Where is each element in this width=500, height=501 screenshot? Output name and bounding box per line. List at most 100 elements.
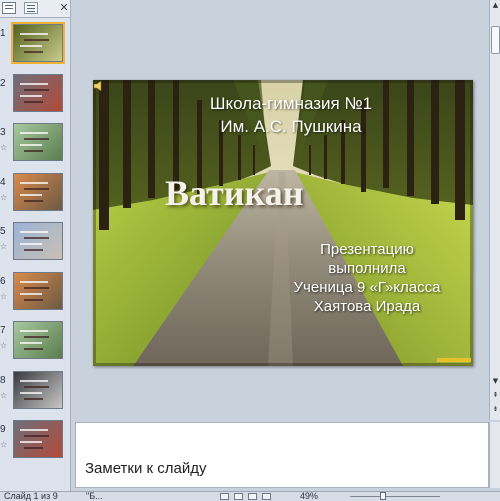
- slide-thumbnail-row[interactable]: 4 ☆: [0, 171, 70, 217]
- slide-sorter-icon[interactable]: [234, 493, 243, 500]
- notes-placeholder[interactable]: Заметки к слайду: [85, 460, 207, 478]
- thumbnail-text-line: [24, 447, 43, 449]
- pane-tabs: ✕: [0, 0, 70, 18]
- thumbnail-text-line: [20, 429, 48, 431]
- slide-thumbnail[interactable]: [13, 73, 63, 112]
- thumbnail-text-line: [24, 249, 43, 251]
- author-line: Презентацию: [320, 241, 414, 258]
- slide-editor: Школа-гимназия №1 Им. А.С. Пушкина Ватик…: [71, 0, 489, 420]
- thumbnail-text-line: [20, 45, 42, 47]
- slide-thumbnail-row[interactable]: 5 ☆: [0, 220, 70, 266]
- thumbnail-text-line: [20, 193, 42, 196]
- thumbnail-text-line: [24, 150, 43, 152]
- thumbnail-text-line: [20, 441, 42, 443]
- animation-star-icon: ☆: [0, 291, 8, 301]
- slide-thumbnail[interactable]: [13, 370, 63, 409]
- animation-star-icon: ☆: [0, 440, 8, 449]
- school-title: Школа-гимназия №1 Им. А.С. Пушкина: [93, 92, 459, 138]
- thumbnail-text-line: [24, 88, 49, 91]
- slides-thumbnail-pane: ✕ 1 2 3 ☆ 4 ☆ 5 ☆ 6 ☆ 7 ☆ 8 ☆ 9 ☆: [0, 0, 71, 493]
- slide-number: 2: [0, 77, 6, 89]
- thumbnail-text-line: [20, 330, 48, 332]
- slide-number: 1: [0, 28, 6, 39]
- slide-thumbnail[interactable]: [13, 222, 63, 260]
- thumbnail-text-line: [24, 348, 43, 350]
- thumbnail-text-line: [24, 298, 43, 301]
- zoom-slider-knob[interactable]: [380, 492, 386, 500]
- slide-number: 4: [0, 176, 6, 188]
- scroll-down-icon[interactable]: ▼: [490, 376, 500, 387]
- thumbnail-text-line: [20, 292, 42, 295]
- thumbnail-text-line: [24, 435, 49, 437]
- thumbnail-text-line: [24, 336, 49, 338]
- slide-thumbnail-row[interactable]: 7 ☆: [0, 319, 70, 365]
- thumbnail-text-line: [24, 100, 43, 103]
- thumbnail-text-line: [20, 231, 48, 233]
- slide-thumbnail[interactable]: [13, 420, 63, 458]
- thumbnail-text-line: [20, 82, 48, 85]
- notes-scrollbar[interactable]: [489, 422, 500, 488]
- thumbnail-text-line: [24, 39, 49, 41]
- thumbnail-text-line: [20, 243, 42, 245]
- slide-thumbnail[interactable]: [11, 22, 65, 64]
- animation-star-icon: ☆: [0, 390, 8, 400]
- thumbnail-text-line: [20, 33, 48, 35]
- thumbnail-text-line: [24, 397, 43, 400]
- thumbnail-text-line: [20, 342, 42, 344]
- slide-thumbnail[interactable]: [13, 123, 63, 161]
- animation-star-icon: ☆: [0, 192, 8, 202]
- reading-view-icon[interactable]: [248, 493, 257, 500]
- slide-thumbnail-row[interactable]: 8 ☆: [0, 369, 70, 415]
- slide-thumbnail-row[interactable]: 9 ☆: [0, 418, 70, 464]
- thumbnail-text-line: [20, 280, 48, 283]
- thumbnail-text-line: [24, 138, 49, 140]
- thumbnail-text-line: [24, 237, 49, 239]
- animation-star-icon: ☆: [0, 143, 8, 152]
- scroll-up-icon[interactable]: ▲: [490, 0, 500, 11]
- school-line-1: Школа-гимназия №1: [209, 94, 373, 113]
- next-slide-icon[interactable]: ⇟: [490, 404, 500, 415]
- slide-thumbnail[interactable]: [13, 321, 63, 359]
- thumbnail-text-line: [20, 391, 42, 394]
- thumbnail-text-line: [20, 379, 48, 382]
- slide-corner-tag: [437, 358, 471, 362]
- slide-number: 6: [0, 275, 6, 287]
- notes-pane[interactable]: Заметки к слайду: [75, 422, 489, 488]
- thumbnail-text-line: [24, 385, 49, 388]
- thumbnail-text-line: [20, 132, 48, 134]
- previous-slide-icon[interactable]: ⇞: [490, 390, 500, 401]
- speaker-icon[interactable]: [93, 80, 105, 92]
- thumbnail-text-line: [24, 51, 43, 53]
- slideshow-icon[interactable]: [262, 493, 271, 500]
- scrollbar-thumb[interactable]: [491, 26, 500, 54]
- zoom-slider[interactable]: [350, 496, 440, 497]
- slide-thumbnail-row[interactable]: 2: [0, 72, 70, 118]
- slide-thumbnail[interactable]: [13, 271, 63, 310]
- outline-tab[interactable]: [24, 2, 38, 14]
- slide-thumbnail[interactable]: [13, 172, 63, 211]
- author-block: Презентацию выполнила Ученица 9 «Г»класса Х…: [261, 240, 473, 316]
- normal-view-icon[interactable]: [220, 493, 229, 500]
- slide-number: 3: [0, 127, 6, 138]
- slide-thumbnail-row[interactable]: 6 ☆: [0, 270, 70, 316]
- slide-number: 5: [0, 226, 6, 237]
- thumbnail-text-line: [20, 181, 48, 184]
- current-slide[interactable]: Школа-гимназия №1 Им. А.С. Пушкина Ватик…: [93, 80, 473, 366]
- slide-title: Ватикан: [165, 173, 304, 213]
- slide-number: 8: [0, 374, 6, 386]
- slides-tab[interactable]: [2, 2, 16, 14]
- thumbnail-text-line: [20, 144, 42, 146]
- author-line: Ученица 9 «Г»класса: [293, 279, 441, 296]
- close-pane-icon[interactable]: ✕: [58, 1, 70, 15]
- thumbnail-text-line: [24, 187, 49, 190]
- slide-number: 9: [0, 424, 6, 435]
- author-line: Хаятова Ирада: [313, 298, 421, 315]
- thumbnail-text-line: [20, 94, 42, 97]
- slide-thumbnail-row[interactable]: 3 ☆: [0, 121, 70, 167]
- editor-vertical-scrollbar[interactable]: ▲ ▼ ⇞ ⇟: [489, 0, 500, 420]
- school-line-2: Им. А.С. Пушкина: [220, 117, 362, 136]
- slide-number: 7: [0, 325, 6, 336]
- author-line: выполнила: [328, 260, 406, 277]
- slide-thumbnail-row[interactable]: 1: [0, 22, 70, 68]
- thumbnail-text-line: [24, 199, 43, 202]
